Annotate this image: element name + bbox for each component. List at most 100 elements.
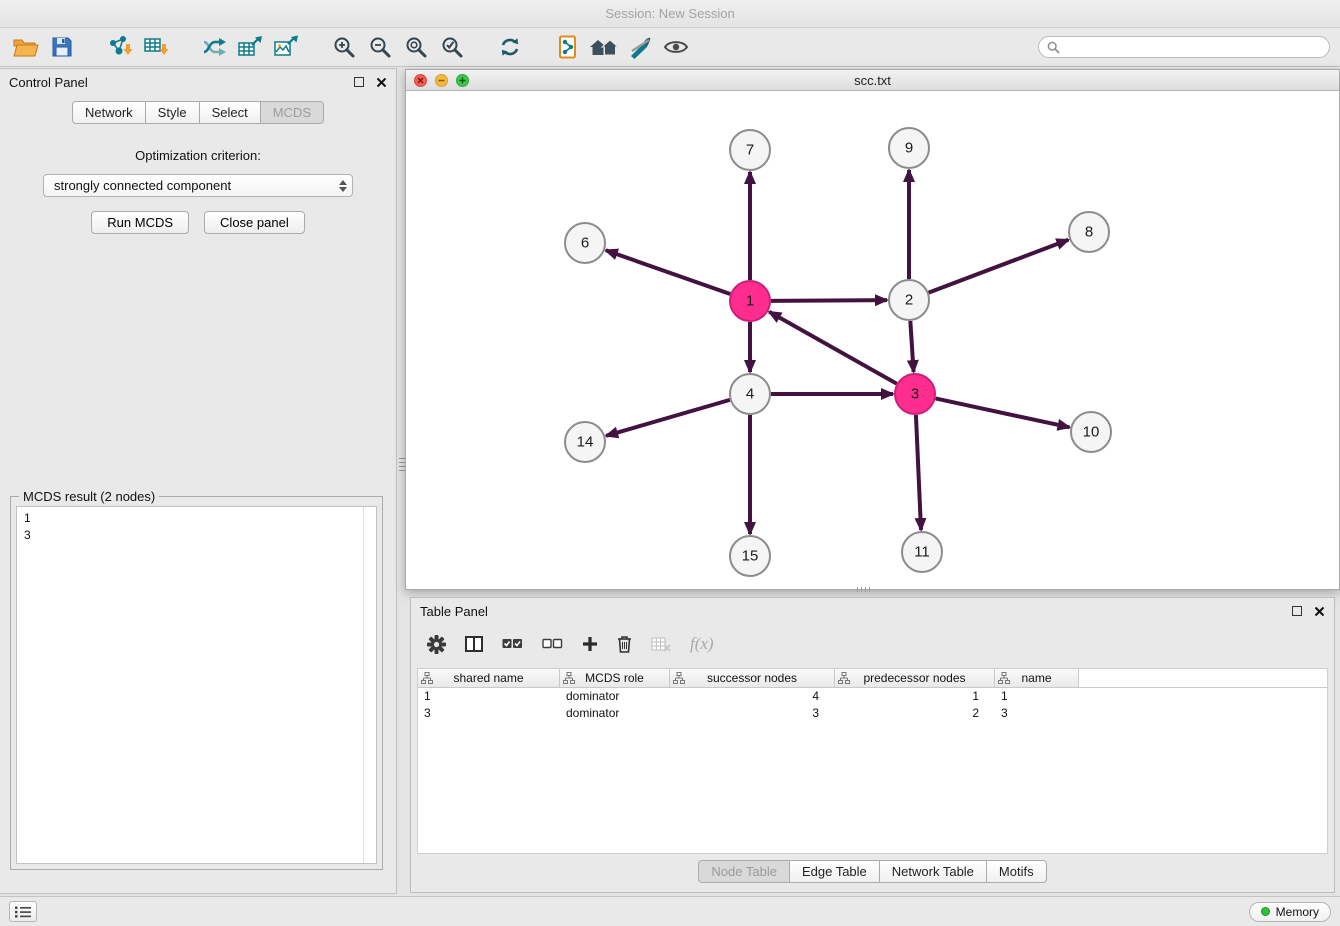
- table-tab-node-table[interactable]: Node Table: [698, 860, 790, 883]
- tab-network[interactable]: Network: [72, 101, 146, 124]
- export-image-button[interactable]: [268, 31, 304, 63]
- network-graph[interactable]: 7 9 6 8 1 2 4 3 14 10 15 11: [406, 92, 1339, 589]
- graph-node-14[interactable]: 14: [565, 422, 605, 462]
- graph-node-2[interactable]: 2: [889, 280, 929, 320]
- result-scrollbar-track[interactable]: [363, 507, 376, 863]
- svg-text:7: 7: [746, 142, 754, 159]
- import-network-button[interactable]: [102, 31, 138, 63]
- criterion-select[interactable]: strongly connected component: [43, 174, 353, 197]
- memory-label: Memory: [1276, 905, 1319, 919]
- add-column-button[interactable]: [582, 636, 598, 652]
- edge-2-8[interactable]: [929, 240, 1069, 293]
- close-window-icon[interactable]: [414, 74, 427, 87]
- table-settings-button[interactable]: [427, 635, 446, 654]
- horizontal-splitter-grip[interactable]: [857, 587, 873, 592]
- table-cell[interactable]: 1: [418, 688, 560, 705]
- reset-view-button[interactable]: [586, 31, 622, 63]
- network-canvas[interactable]: 7 9 6 8 1 2 4 3 14 10 15 11: [406, 92, 1339, 589]
- memory-button[interactable]: Memory: [1249, 902, 1331, 922]
- minimize-window-icon[interactable]: [435, 74, 448, 87]
- edge-1-6[interactable]: [606, 250, 730, 294]
- graph-node-8[interactable]: 8: [1069, 212, 1109, 252]
- navigator-eye-button[interactable]: [658, 31, 694, 63]
- edge-3-11[interactable]: [916, 415, 921, 530]
- task-history-button[interactable]: [9, 901, 37, 922]
- clone-network-button[interactable]: [550, 31, 586, 63]
- graph-node-9[interactable]: 9: [889, 128, 929, 168]
- table-tab-edge-table[interactable]: Edge Table: [790, 860, 880, 883]
- close-panel-icon[interactable]: [376, 77, 387, 88]
- mcds-result-list[interactable]: 13: [16, 506, 377, 864]
- graph-node-15[interactable]: 15: [730, 536, 770, 576]
- column-header-mcds-role[interactable]: MCDS role: [560, 669, 670, 687]
- column-type-icon: [998, 672, 1010, 684]
- search-box[interactable]: [1038, 36, 1330, 58]
- table-tab-motifs[interactable]: Motifs: [987, 860, 1047, 883]
- table-cell[interactable]: 3: [670, 705, 835, 722]
- table-header-filler: [1079, 669, 1327, 687]
- graphics-details-button[interactable]: [622, 31, 658, 63]
- graph-node-11[interactable]: 11: [902, 532, 942, 572]
- export-table-button[interactable]: [232, 31, 268, 63]
- graph-node-7[interactable]: 7: [730, 130, 770, 170]
- graph-node-3[interactable]: 3: [895, 374, 935, 414]
- apply-layout-button[interactable]: [492, 31, 528, 63]
- maximize-window-icon[interactable]: [456, 74, 469, 87]
- edge-3-10[interactable]: [936, 398, 1070, 427]
- title-bar: Session: New Session: [0, 0, 1340, 28]
- zoom-in-button[interactable]: [326, 31, 362, 63]
- column-header-shared-name[interactable]: shared name: [418, 669, 560, 687]
- edge-4-14[interactable]: [606, 400, 730, 436]
- tab-style[interactable]: Style: [146, 101, 200, 124]
- open-folder-icon: [13, 36, 39, 58]
- float-panel-icon[interactable]: [354, 77, 364, 87]
- network-window-titlebar[interactable]: scc.txt: [406, 70, 1339, 91]
- table-tab-network-table[interactable]: Network Table: [880, 860, 987, 883]
- close-table-panel-icon[interactable]: [1314, 606, 1325, 617]
- table-cell[interactable]: dominator: [560, 705, 670, 722]
- column-visibility-button[interactable]: [465, 636, 483, 652]
- edge-1-2[interactable]: [771, 300, 887, 301]
- deselect-all-button[interactable]: [542, 638, 563, 650]
- tab-select[interactable]: Select: [200, 101, 261, 124]
- edge-3-1[interactable]: [769, 312, 897, 384]
- graph-node-6[interactable]: 6: [565, 223, 605, 263]
- svg-text:6: 6: [581, 235, 589, 252]
- delete-column-button[interactable]: [617, 635, 632, 653]
- edge-2-3[interactable]: [910, 321, 913, 372]
- graph-node-1[interactable]: 1: [730, 281, 770, 321]
- table-row[interactable]: 3dominator323: [418, 705, 1327, 722]
- zoom-fit-button[interactable]: [398, 31, 434, 63]
- network-from-url-button[interactable]: [196, 31, 232, 63]
- save-session-button[interactable]: [44, 31, 80, 63]
- table-cell[interactable]: 2: [835, 705, 995, 722]
- table-cell[interactable]: 3: [995, 705, 1079, 722]
- zoom-out-button[interactable]: [362, 31, 398, 63]
- import-table-button[interactable]: [138, 31, 174, 63]
- zoom-selected-button[interactable]: [434, 31, 470, 63]
- open-session-button[interactable]: [8, 31, 44, 63]
- select-all-button[interactable]: [502, 638, 523, 650]
- plus-icon: [582, 636, 598, 652]
- column-header-name[interactable]: name: [995, 669, 1079, 687]
- graph-node-4[interactable]: 4: [730, 374, 770, 414]
- control-panel-tabs: NetworkStyleSelectMCDS: [0, 101, 396, 124]
- table-cell[interactable]: 1: [835, 688, 995, 705]
- run-mcds-button[interactable]: Run MCDS: [91, 211, 189, 234]
- tab-mcds[interactable]: MCDS: [261, 101, 324, 124]
- refresh-arrows-icon: [498, 35, 522, 59]
- graph-node-10[interactable]: 10: [1071, 412, 1111, 452]
- table-cell[interactable]: 4: [670, 688, 835, 705]
- checked-boxes-icon: [502, 638, 523, 650]
- column-header-predecessor-nodes[interactable]: predecessor nodes: [835, 669, 995, 687]
- trash-icon: [617, 635, 632, 653]
- paint-slash-icon: [628, 35, 652, 59]
- table-cell[interactable]: 3: [418, 705, 560, 722]
- column-header-successor-nodes[interactable]: successor nodes: [670, 669, 835, 687]
- close-panel-button[interactable]: Close panel: [204, 211, 305, 234]
- float-table-panel-icon[interactable]: [1292, 606, 1302, 616]
- table-cell[interactable]: 1: [995, 688, 1079, 705]
- table-cell[interactable]: dominator: [560, 688, 670, 705]
- search-input[interactable]: [1066, 40, 1321, 54]
- table-row[interactable]: 1dominator411: [418, 688, 1327, 705]
